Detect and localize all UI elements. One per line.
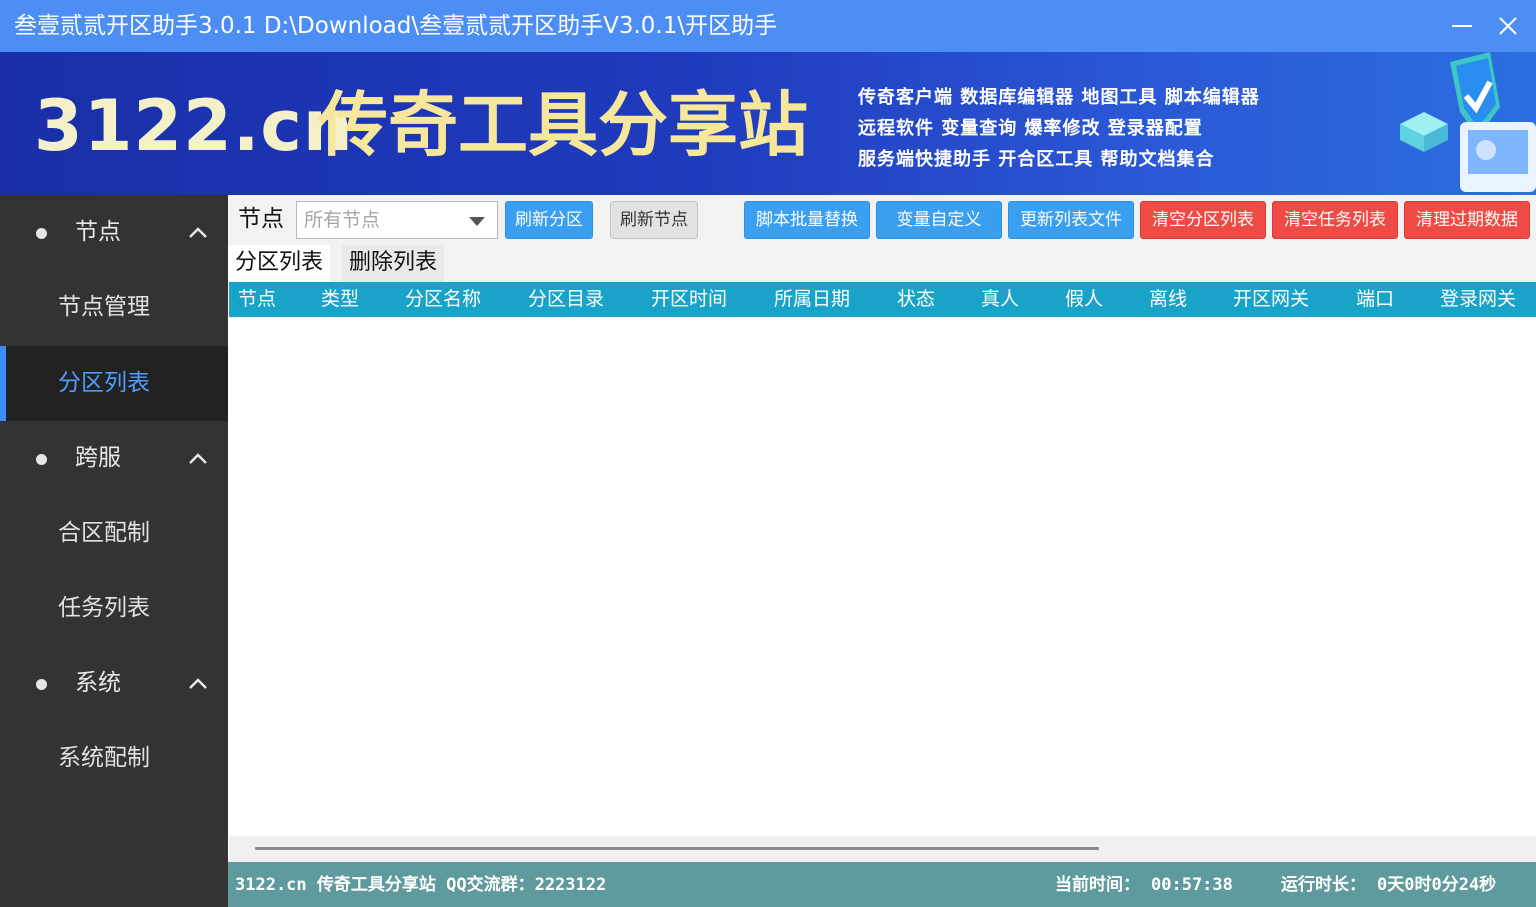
- column-header[interactable]: 状态: [897, 282, 935, 317]
- column-header[interactable]: 端口: [1356, 282, 1394, 317]
- run-time-label: 运行时长：: [1281, 875, 1366, 895]
- column-header[interactable]: 离线: [1149, 282, 1187, 317]
- sidebar-group-cross-server[interactable]: 跨服: [0, 421, 228, 496]
- banner-links-line: 远程软件 变量查询 爆率修改 登录器配置: [858, 118, 1203, 139]
- shield-computer-illustration: [1400, 52, 1536, 192]
- run-time: 0天0时0分24秒: [1377, 875, 1497, 895]
- banner-links-line: 服务端快捷助手 开合区工具 帮助文档集合: [858, 149, 1215, 170]
- chevron-up-icon: [189, 227, 207, 238]
- sidebar-item-partition-list[interactable]: 分区列表: [0, 346, 228, 421]
- current-time: 00:57:38: [1151, 875, 1233, 895]
- close-button[interactable]: [1490, 8, 1526, 44]
- column-header[interactable]: 分区名称: [405, 282, 481, 317]
- column-header[interactable]: 节点: [238, 282, 276, 317]
- sidebar-item-label: 任务列表: [58, 595, 150, 621]
- sidebar-item-merge-config[interactable]: 合区配制: [0, 496, 228, 571]
- window-title: 叁壹贰贰开区助手3.0.1 D:\Download\叁壹贰贰开区助手V3.0.1…: [14, 13, 778, 39]
- app-window: 叁壹贰贰开区助手3.0.1 D:\Download\叁壹贰贰开区助手V3.0.1…: [0, 0, 1536, 907]
- active-indicator: [0, 346, 6, 421]
- chevron-up-icon: [189, 678, 207, 689]
- sidebar-group-label: 跨服: [75, 445, 121, 471]
- table-body[interactable]: [229, 317, 1536, 836]
- tab-partition-list[interactable]: 分区列表: [228, 245, 331, 282]
- sidebar: 节点 节点管理 分区列表 跨服 合区配制 任务列表 系统 系统配制: [0, 195, 228, 907]
- banner-links-line: 传奇客户端 数据库编辑器 地图工具 脚本编辑器: [858, 87, 1260, 108]
- minimize-icon: [1452, 25, 1472, 27]
- sidebar-group-system[interactable]: 系统: [0, 646, 228, 721]
- column-header[interactable]: 分区目录: [528, 282, 604, 317]
- column-header[interactable]: 类型: [321, 282, 359, 317]
- minimize-button[interactable]: [1444, 8, 1480, 44]
- sidebar-group-label: 系统: [75, 670, 121, 696]
- node-select[interactable]: 所有节点: [296, 201, 498, 239]
- title-bar: 叁壹贰贰开区助手3.0.1 D:\Download\叁壹贰贰开区助手V3.0.1…: [0, 0, 1536, 52]
- sidebar-item-node-management[interactable]: 节点管理: [0, 270, 228, 345]
- sidebar-group-node[interactable]: 节点: [0, 195, 228, 270]
- refresh-node-button[interactable]: 刷新节点: [610, 201, 698, 239]
- variable-custom-button[interactable]: 变量自定义: [876, 201, 1002, 239]
- current-time-label: 当前时间：: [1055, 875, 1140, 895]
- bullet-icon: [36, 228, 47, 239]
- sidebar-group-label: 节点: [75, 219, 121, 245]
- sidebar-item-label: 系统配制: [58, 745, 150, 771]
- update-list-file-button[interactable]: 更新列表文件: [1008, 201, 1134, 239]
- chevron-up-icon: [189, 453, 207, 464]
- sidebar-item-label: 节点管理: [58, 294, 150, 320]
- column-header[interactable]: 假人: [1065, 282, 1103, 317]
- column-header[interactable]: 真人: [981, 282, 1019, 317]
- banner: 3122.cn 传奇工具分享站 传奇客户端 数据库编辑器 地图工具 脚本编辑器 …: [0, 52, 1536, 195]
- clear-partition-list-button[interactable]: 清空分区列表: [1140, 201, 1266, 239]
- sidebar-item-label: 分区列表: [58, 370, 150, 396]
- bullet-icon: [36, 679, 47, 690]
- tab-delete-list[interactable]: 删除列表: [342, 245, 445, 282]
- clean-expired-data-button[interactable]: 清理过期数据: [1404, 201, 1530, 239]
- dropdown-arrow-icon: [469, 217, 485, 226]
- column-header[interactable]: 所属日期: [774, 282, 850, 317]
- node-select-placeholder: 所有节点: [304, 209, 381, 231]
- column-header[interactable]: 开区时间: [651, 282, 727, 317]
- banner-logo: 3122.cn: [34, 85, 354, 167]
- sidebar-item-task-list[interactable]: 任务列表: [0, 571, 228, 646]
- table-header: 节点 类型 分区名称 分区目录 开区时间 所属日期 状态 真人 假人 离线 开区…: [229, 282, 1536, 317]
- site-info: 3122.cn 传奇工具分享站 QQ交流群：2223122: [235, 875, 607, 895]
- horizontal-scrollbar[interactable]: [229, 836, 1536, 862]
- banner-slogan: 传奇工具分享站: [318, 83, 808, 166]
- scrollbar-thumb[interactable]: [255, 847, 1099, 850]
- close-icon: [1499, 17, 1517, 35]
- sidebar-item-label: 合区配制: [58, 520, 150, 546]
- refresh-partition-button[interactable]: 刷新分区: [505, 201, 593, 239]
- status-bar: 3122.cn 传奇工具分享站 QQ交流群：2223122 当前时间： 00:5…: [228, 862, 1536, 907]
- column-header[interactable]: 登录网关: [1440, 282, 1516, 317]
- clear-task-list-button[interactable]: 清空任务列表: [1272, 201, 1398, 239]
- toolbar: 节点 所有节点 刷新分区 刷新节点 脚本批量替换 变量自定义 更新列表文件 清空…: [228, 195, 1536, 243]
- tab-bar: 分区列表 删除列表: [228, 243, 1536, 282]
- column-header[interactable]: 开区网关: [1233, 282, 1309, 317]
- node-label: 节点: [238, 206, 284, 232]
- banner-links: 传奇客户端 数据库编辑器 地图工具 脚本编辑器 远程软件 变量查询 爆率修改 登…: [858, 82, 1260, 175]
- script-batch-replace-button[interactable]: 脚本批量替换: [744, 201, 870, 239]
- bullet-icon: [36, 454, 47, 465]
- partition-table: 节点 类型 分区名称 分区目录 开区时间 所属日期 状态 真人 假人 离线 开区…: [229, 282, 1536, 836]
- sidebar-item-system-config[interactable]: 系统配制: [0, 721, 228, 796]
